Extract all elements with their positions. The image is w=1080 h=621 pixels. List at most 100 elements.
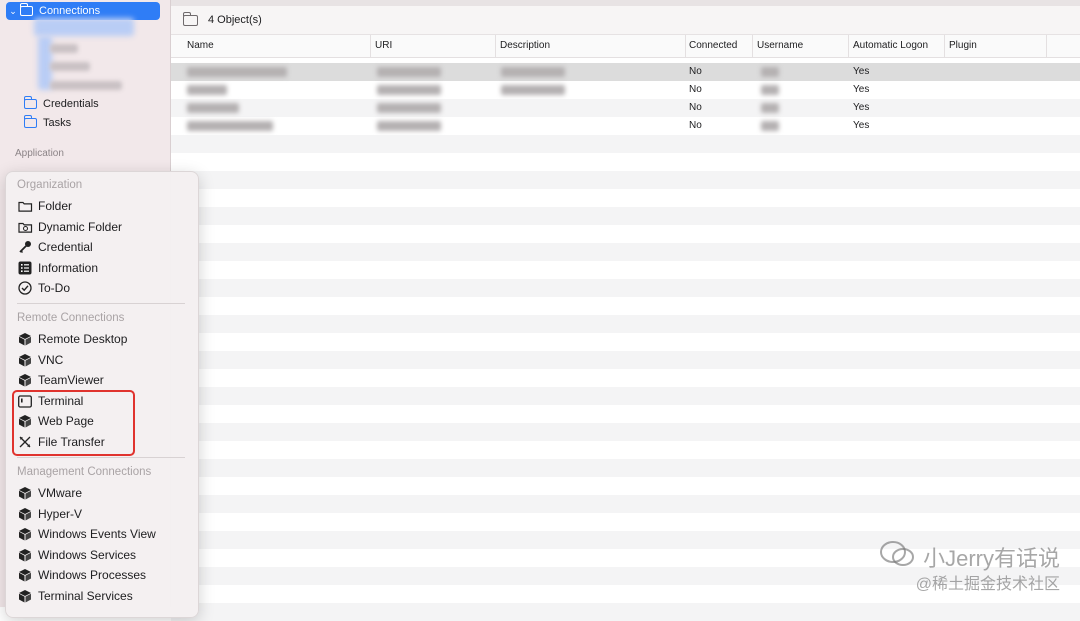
cell-connected: No — [689, 84, 702, 95]
cell-connected: No — [689, 120, 702, 131]
dynamic-folder-icon — [17, 219, 33, 235]
folder-icon — [182, 11, 198, 26]
folder-icon — [23, 96, 37, 109]
menu-separator — [17, 303, 185, 304]
sidebar-item-credentials[interactable]: Credentials — [23, 95, 99, 113]
add-entry-menu: Organization Folder Dynamic Folder Crede… — [5, 171, 199, 618]
menu-item-windows-services[interactable]: Windows Services — [17, 545, 136, 565]
cube-icon — [17, 526, 33, 542]
blurred-cell — [501, 85, 565, 95]
menu-item-label: Windows Services — [38, 548, 137, 562]
object-bar: 4 Object(s) — [171, 6, 1080, 35]
empty-row — [171, 351, 1080, 369]
empty-row — [171, 387, 1080, 405]
blurred-cell — [377, 85, 441, 95]
menu-item-windows-events-view[interactable]: Windows Events View — [17, 524, 156, 544]
table-row[interactable]: No Yes — [171, 81, 1080, 99]
menu-item-label: Dynamic Folder — [38, 220, 123, 234]
table-row[interactable]: No Yes — [171, 117, 1080, 135]
blurred-cell — [377, 121, 441, 131]
sidebar-item-tasks[interactable]: Tasks — [23, 114, 72, 132]
menu-item-label: VMware — [38, 486, 83, 500]
sidebar-item-label: Connections — [39, 5, 101, 17]
menu-item-label: Hyper-V — [38, 507, 83, 521]
blurred-item — [34, 18, 134, 36]
cube-icon — [17, 567, 33, 583]
menu-item-label: Remote Desktop — [38, 332, 128, 346]
column-header-plugin[interactable]: Plugin — [945, 35, 1047, 57]
sidebar-item-label: Credentials — [43, 98, 99, 110]
menu-item-folder[interactable]: Folder — [17, 196, 72, 216]
blurred-cell — [377, 103, 441, 113]
watermark-line2: @稀土掘金技术社区 — [915, 576, 1060, 593]
blurred-cell — [761, 121, 779, 131]
empty-row — [171, 207, 1080, 225]
empty-row — [171, 459, 1080, 477]
column-header-name[interactable]: Name — [183, 35, 371, 57]
sidebar-item-label: Tasks — [43, 117, 72, 129]
cell-connected: No — [689, 102, 702, 113]
chevron-down-icon[interactable]: ⌄ — [6, 6, 20, 17]
blurred-cell — [187, 67, 287, 77]
menu-item-label: Credential — [38, 240, 93, 254]
menu-item-label: Information — [38, 261, 99, 275]
blurred-cell — [187, 121, 273, 131]
menu-item-todo[interactable]: To-Do — [17, 278, 70, 298]
menu-separator — [17, 457, 185, 458]
folder-icon — [19, 3, 33, 16]
blurred-item — [50, 62, 90, 71]
menu-item-windows-processes[interactable]: Windows Processes — [17, 565, 146, 585]
menu-item-vnc[interactable]: VNC — [17, 350, 63, 370]
cell-automatic-logon: Yes — [853, 102, 870, 113]
menu-item-teamviewer[interactable]: TeamViewer — [17, 370, 104, 390]
cell-automatic-logon: Yes — [853, 84, 870, 95]
column-header-username[interactable]: Username — [753, 35, 849, 57]
menu-item-label: TeamViewer — [38, 373, 104, 387]
column-header-description[interactable]: Description — [496, 35, 686, 57]
key-icon — [17, 239, 33, 255]
column-header-uri[interactable]: URI — [371, 35, 496, 57]
cube-icon — [17, 547, 33, 563]
cube-icon — [17, 485, 33, 501]
blurred-item — [50, 81, 122, 90]
empty-row — [171, 171, 1080, 189]
menu-item-dynamic-folder[interactable]: Dynamic Folder — [17, 217, 122, 237]
menu-item-vmware[interactable]: VMware — [17, 483, 82, 503]
cube-icon — [17, 331, 33, 347]
cell-connected: No — [689, 66, 702, 77]
menu-item-information[interactable]: Information — [17, 258, 98, 278]
blurred-cell — [761, 67, 779, 77]
blurred-cell — [187, 103, 239, 113]
table-row[interactable]: No Yes — [171, 63, 1080, 81]
highlight-box — [12, 390, 135, 456]
checkmark-circle-icon — [17, 280, 33, 296]
menu-item-label: Terminal Services — [38, 589, 133, 603]
cell-automatic-logon: Yes — [853, 66, 870, 77]
column-header-connected[interactable]: Connected — [685, 35, 753, 57]
blurred-cell — [377, 67, 441, 77]
menu-item-hyper-v[interactable]: Hyper-V — [17, 504, 82, 524]
blurred-cell — [761, 103, 779, 113]
menu-item-terminal-services[interactable]: Terminal Services — [17, 586, 133, 606]
menu-item-label: Windows Events View — [38, 527, 156, 541]
watermark-text: 小Jerry有话说 — [923, 546, 1060, 571]
menu-item-label: Folder — [38, 199, 73, 213]
empty-row — [171, 243, 1080, 261]
list-icon — [17, 260, 33, 276]
menu-item-credential[interactable]: Credential — [17, 237, 93, 257]
blurred-cell — [187, 85, 227, 95]
menu-item-label: VNC — [38, 353, 64, 367]
menu-item-remote-desktop[interactable]: Remote Desktop — [17, 329, 127, 349]
blurred-item — [50, 44, 78, 53]
folder-icon — [17, 198, 33, 214]
menu-section-management-connections: Management Connections — [17, 466, 152, 478]
cell-automatic-logon: Yes — [853, 120, 870, 131]
wechat-icon — [879, 540, 915, 574]
menu-section-organization: Organization — [17, 179, 83, 191]
cube-icon — [17, 588, 33, 604]
table-row[interactable]: No Yes — [171, 99, 1080, 117]
column-header-automatic-logon[interactable]: Automatic Logon — [849, 35, 945, 57]
cube-icon — [17, 352, 33, 368]
sidebar-section-application: Application — [15, 148, 64, 159]
empty-row — [171, 135, 1080, 153]
